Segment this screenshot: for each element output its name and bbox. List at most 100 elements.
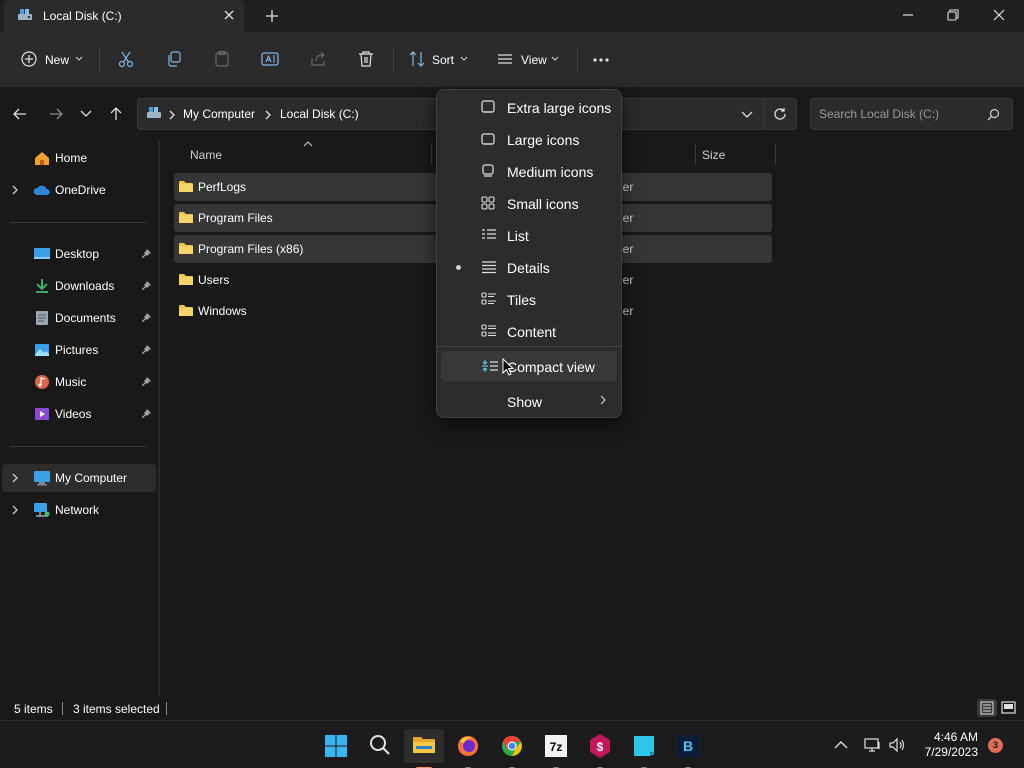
network-status-icon[interactable] bbox=[864, 737, 882, 753]
menu-item-large-icons[interactable]: Large icons bbox=[441, 124, 617, 154]
view-label[interactable]: View bbox=[521, 53, 547, 67]
search-icon[interactable] bbox=[987, 108, 1000, 121]
selected-count: 3 items selected bbox=[73, 702, 160, 716]
paste-icon[interactable] bbox=[213, 50, 231, 68]
pin-icon[interactable] bbox=[141, 376, 152, 387]
restore-icon[interactable] bbox=[945, 7, 961, 23]
divider bbox=[393, 48, 394, 72]
start-button[interactable] bbox=[316, 729, 356, 763]
sidebar-item-onedrive[interactable]: OneDrive bbox=[2, 176, 156, 204]
menu-item-medium-icons[interactable]: Medium icons bbox=[441, 156, 617, 186]
document-icon bbox=[33, 310, 51, 326]
up-arrow-icon[interactable] bbox=[108, 106, 124, 122]
folder-icon bbox=[178, 211, 194, 224]
more-options-icon[interactable] bbox=[592, 57, 610, 63]
notepad-taskbar-button[interactable] bbox=[624, 729, 664, 768]
pin-icon[interactable] bbox=[141, 344, 152, 355]
sidebar-item-downloads[interactable]: Downloads bbox=[2, 272, 156, 300]
chevron-right-icon[interactable] bbox=[264, 110, 272, 120]
menu-item-content[interactable]: Content bbox=[441, 316, 617, 346]
b-app-taskbar-button[interactable]: B bbox=[668, 729, 708, 768]
menu-item-list[interactable]: List bbox=[441, 220, 617, 250]
chevron-right-icon[interactable] bbox=[168, 110, 176, 120]
cut-icon[interactable] bbox=[117, 50, 135, 68]
menu-item-label: Show bbox=[507, 394, 543, 410]
sidebar-item-label: Videos bbox=[55, 407, 92, 421]
menu-item-tiles[interactable]: Tiles bbox=[441, 284, 617, 314]
new-button[interactable] bbox=[20, 50, 38, 68]
sort-icon[interactable] bbox=[408, 50, 426, 68]
sidebar-item-pictures[interactable]: Pictures bbox=[2, 336, 156, 364]
notification-badge[interactable]: 3 bbox=[988, 738, 1003, 753]
minimize-icon[interactable] bbox=[900, 7, 916, 23]
chevron-down-icon[interactable] bbox=[551, 55, 559, 63]
new-label[interactable]: New bbox=[45, 53, 69, 67]
large-thumbnails-icon[interactable] bbox=[999, 699, 1019, 717]
sidebar-item-network[interactable]: Network bbox=[2, 496, 156, 524]
refresh-icon[interactable] bbox=[773, 107, 787, 121]
breadcrumb-local-disk[interactable]: Local Disk (C:) bbox=[280, 107, 359, 121]
menu-item-small-icons[interactable]: Small icons bbox=[441, 188, 617, 218]
chevron-down-icon[interactable] bbox=[75, 55, 83, 63]
column-header-name[interactable]: Name bbox=[190, 148, 222, 162]
file-explorer-taskbar-button[interactable] bbox=[404, 729, 444, 768]
tab-local-disk[interactable]: Local Disk (C:) bbox=[4, 0, 244, 32]
sidebar-item-my-computer[interactable]: My Computer bbox=[2, 464, 156, 492]
pin-icon[interactable] bbox=[141, 280, 152, 291]
search-button[interactable] bbox=[360, 729, 400, 763]
7zip-taskbar-button[interactable]: 7z bbox=[536, 729, 576, 768]
search-input[interactable]: Search Local Disk (C:) bbox=[810, 98, 1013, 130]
volume-icon[interactable] bbox=[888, 737, 906, 753]
recent-locations-icon[interactable] bbox=[80, 109, 92, 119]
breadcrumb-my-computer[interactable]: My Computer bbox=[183, 107, 255, 121]
pin-icon[interactable] bbox=[141, 312, 152, 323]
chevron-right-icon[interactable] bbox=[11, 505, 19, 515]
show-hidden-icons-icon[interactable] bbox=[834, 740, 848, 750]
chevron-right-icon[interactable] bbox=[11, 473, 19, 483]
column-divider[interactable] bbox=[775, 143, 776, 165]
file-explorer-icon bbox=[412, 735, 436, 755]
pin-icon[interactable] bbox=[141, 248, 152, 259]
column-header-size[interactable]: Size bbox=[702, 148, 725, 162]
clock-date: 7/29/2023 bbox=[924, 745, 978, 759]
close-window-icon[interactable] bbox=[991, 7, 1007, 23]
search-icon bbox=[369, 734, 391, 756]
sidebar-item-label: My Computer bbox=[55, 471, 128, 485]
menu-item-label: Medium icons bbox=[507, 164, 594, 180]
app-taskbar-button[interactable]: $ bbox=[580, 729, 620, 768]
menu-item-show[interactable]: Show bbox=[441, 386, 617, 416]
menu-item-details[interactable]: Details bbox=[441, 252, 617, 282]
column-divider[interactable] bbox=[431, 143, 432, 165]
address-history-icon[interactable] bbox=[741, 110, 753, 120]
forward-arrow-icon[interactable] bbox=[48, 106, 64, 122]
back-arrow-icon[interactable] bbox=[12, 106, 28, 122]
rename-icon[interactable] bbox=[261, 50, 279, 68]
divider bbox=[764, 99, 765, 129]
details-layout-icon[interactable] bbox=[977, 699, 997, 717]
firefox-taskbar-button[interactable] bbox=[448, 729, 488, 768]
share-icon[interactable] bbox=[309, 50, 327, 68]
column-divider[interactable] bbox=[695, 143, 696, 165]
delete-icon[interactable] bbox=[357, 50, 375, 68]
menu-item-compact-view[interactable]: Compact view bbox=[441, 351, 617, 381]
view-icon[interactable] bbox=[496, 50, 514, 68]
sidebar-item-music[interactable]: Music bbox=[2, 368, 156, 396]
file-name: Users bbox=[198, 273, 230, 287]
sidebar-item-videos[interactable]: Videos bbox=[2, 400, 156, 428]
sidebar-item-desktop[interactable]: Desktop bbox=[2, 240, 156, 268]
copy-icon[interactable] bbox=[165, 50, 183, 68]
chevron-right-icon[interactable] bbox=[11, 185, 19, 195]
chrome-taskbar-button[interactable] bbox=[492, 729, 532, 768]
sidebar-item-home[interactable]: Home bbox=[2, 144, 156, 172]
new-tab-icon[interactable] bbox=[264, 8, 280, 24]
clock[interactable]: 4:46 AM 7/29/2023 bbox=[918, 730, 978, 760]
pin-icon[interactable] bbox=[141, 408, 152, 419]
chevron-down-icon[interactable] bbox=[460, 55, 468, 63]
svg-text:B: B bbox=[683, 738, 693, 754]
sidebar-item-documents[interactable]: Documents bbox=[2, 304, 156, 332]
close-tab-icon[interactable] bbox=[222, 8, 236, 22]
7zip-icon: 7z bbox=[544, 734, 568, 758]
command-bar: New Sort View bbox=[0, 32, 1024, 88]
menu-item-extra-large-icons[interactable]: Extra large icons bbox=[441, 92, 617, 122]
sort-label[interactable]: Sort bbox=[432, 53, 454, 67]
